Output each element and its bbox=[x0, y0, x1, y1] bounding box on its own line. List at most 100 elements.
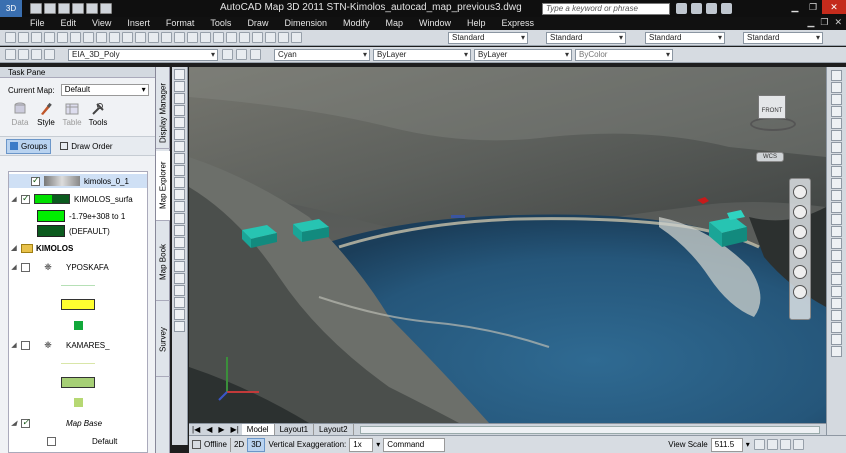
undo-tool-icon[interactable] bbox=[135, 32, 146, 43]
tab-map-book[interactable]: Map Book bbox=[156, 223, 170, 301]
layer-previous-icon[interactable] bbox=[236, 49, 247, 60]
expand-icon[interactable]: ◢ bbox=[9, 263, 19, 271]
menu-dimension[interactable]: Dimension bbox=[276, 17, 335, 30]
minimize-icon[interactable]: ▁ bbox=[786, 0, 804, 14]
offset-icon[interactable] bbox=[831, 106, 842, 117]
maximize-icon[interactable]: ❐ bbox=[804, 0, 822, 14]
map-query-icon[interactable] bbox=[831, 346, 842, 357]
menu-edit[interactable]: Edit bbox=[53, 17, 85, 30]
zoom-extents-icon[interactable] bbox=[793, 225, 807, 239]
tab-display-manager[interactable]: Display Manager bbox=[156, 77, 170, 149]
rectangle-icon[interactable] bbox=[174, 117, 185, 128]
mode-3d-button[interactable]: 3D bbox=[247, 437, 266, 452]
expand-icon[interactable]: ◢ bbox=[9, 419, 19, 427]
polyline-icon[interactable] bbox=[174, 93, 185, 104]
erase-icon[interactable] bbox=[831, 70, 842, 81]
multileader-style-select[interactable]: Standard bbox=[743, 32, 823, 44]
trim-icon[interactable] bbox=[831, 178, 842, 189]
table-style-select[interactable]: Standard bbox=[645, 32, 725, 44]
pan-icon[interactable] bbox=[161, 32, 172, 43]
gradient-icon[interactable] bbox=[174, 249, 185, 260]
command-dropdown-icon[interactable]: ▾ bbox=[373, 438, 383, 452]
zoom-realtime-icon[interactable] bbox=[174, 32, 185, 43]
region-icon[interactable] bbox=[174, 261, 185, 272]
workspace-switch-icon[interactable] bbox=[766, 439, 778, 450]
layer-visibility-checkbox[interactable] bbox=[47, 436, 56, 446]
application-menu-button[interactable]: 3D bbox=[0, 0, 22, 17]
expand-icon[interactable]: ◢ bbox=[9, 341, 19, 349]
mode-2d-button[interactable]: 2D bbox=[229, 437, 247, 452]
dimension-style-select[interactable]: Standard bbox=[546, 32, 626, 44]
insert-block-icon[interactable] bbox=[174, 201, 185, 212]
properties-icon[interactable] bbox=[213, 32, 224, 43]
inquiry-icon[interactable] bbox=[831, 310, 842, 321]
fillet-icon[interactable] bbox=[831, 250, 842, 261]
layer-visibility-checkbox[interactable] bbox=[21, 193, 30, 204]
open-drawing-icon[interactable] bbox=[18, 32, 29, 43]
data-tool[interactable]: Data bbox=[10, 102, 30, 136]
layer-visibility-checkbox[interactable] bbox=[21, 262, 30, 272]
help-tool-icon[interactable] bbox=[291, 32, 302, 43]
ucs-icon[interactable] bbox=[174, 297, 185, 308]
circle-icon[interactable] bbox=[174, 141, 185, 152]
groups-button[interactable]: Groups bbox=[6, 138, 52, 154]
menu-window[interactable]: Window bbox=[411, 17, 459, 30]
layer-visibility-checkbox[interactable] bbox=[21, 417, 30, 428]
draw-order-icon[interactable] bbox=[831, 298, 842, 309]
open-icon[interactable] bbox=[44, 3, 56, 14]
close-icon[interactable]: ✕ bbox=[822, 0, 846, 14]
layer-row-kimolos-raster[interactable]: kimolos_0_1 bbox=[9, 174, 147, 188]
lineweight-select[interactable]: ByLayer bbox=[474, 49, 572, 61]
steering-wheel-icon[interactable] bbox=[793, 185, 807, 199]
save-drawing-icon[interactable] bbox=[31, 32, 42, 43]
chamfer-icon[interactable] bbox=[831, 238, 842, 249]
help-icon[interactable] bbox=[721, 3, 732, 14]
save-icon[interactable] bbox=[58, 3, 70, 14]
style-row-default[interactable]: (DEFAULT) bbox=[37, 224, 110, 238]
new-icon[interactable] bbox=[30, 3, 42, 14]
color-select[interactable]: Cyan bbox=[274, 49, 370, 61]
lock-icon[interactable] bbox=[44, 49, 55, 60]
rotate-icon[interactable] bbox=[831, 142, 842, 153]
layer-properties-icon[interactable] bbox=[5, 49, 16, 60]
viewcube-face[interactable]: FRONT bbox=[758, 95, 786, 119]
array-icon[interactable] bbox=[831, 118, 842, 129]
tab-nav-next-icon[interactable]: ▶ bbox=[215, 425, 227, 434]
lock-ui-icon[interactable] bbox=[779, 439, 791, 450]
linetype-select[interactable]: ByLayer bbox=[373, 49, 471, 61]
match-properties-icon[interactable] bbox=[109, 32, 120, 43]
tab-nav-first-icon[interactable]: |◀ bbox=[189, 425, 203, 434]
doc-close-icon[interactable]: ✕ bbox=[834, 17, 842, 28]
view-scale-value[interactable]: 511.5 bbox=[710, 437, 743, 452]
sun-icon[interactable] bbox=[31, 49, 42, 60]
viewcube[interactable]: FRONT bbox=[744, 95, 800, 135]
layer-row-default[interactable]: Default bbox=[23, 434, 117, 448]
expand-icon[interactable]: ◢ bbox=[9, 244, 19, 252]
menu-map[interactable]: Map bbox=[378, 17, 412, 30]
multiline-text-icon[interactable] bbox=[174, 285, 185, 296]
menu-format[interactable]: Format bbox=[158, 17, 203, 30]
current-map-select[interactable]: Default bbox=[60, 84, 149, 96]
tool-palettes-icon[interactable] bbox=[239, 32, 250, 43]
tab-map-explorer[interactable]: Map Explorer bbox=[156, 151, 170, 221]
refedit-icon[interactable] bbox=[831, 334, 842, 345]
expand-icon[interactable]: ◢ bbox=[9, 195, 19, 203]
block-editor-icon[interactable] bbox=[122, 32, 133, 43]
quickcalc-icon[interactable] bbox=[278, 32, 289, 43]
menu-express[interactable]: Express bbox=[494, 17, 543, 30]
clean-screen-icon[interactable] bbox=[792, 439, 804, 450]
communication-center-icon[interactable] bbox=[691, 3, 702, 14]
redo-icon[interactable] bbox=[86, 3, 98, 14]
join-icon[interactable] bbox=[831, 226, 842, 237]
menu-file[interactable]: File bbox=[22, 17, 53, 30]
lightbulb-icon[interactable] bbox=[18, 49, 29, 60]
polygon-icon[interactable] bbox=[174, 105, 185, 116]
revision-cloud-icon[interactable] bbox=[174, 153, 185, 164]
menu-tools[interactable]: Tools bbox=[202, 17, 239, 30]
properties-palette-icon[interactable] bbox=[831, 274, 842, 285]
design-center-icon[interactable] bbox=[226, 32, 237, 43]
extend-icon[interactable] bbox=[831, 190, 842, 201]
globe-icon[interactable] bbox=[174, 321, 185, 332]
text-style-select[interactable]: Standard bbox=[448, 32, 528, 44]
mirror-icon[interactable] bbox=[831, 94, 842, 105]
